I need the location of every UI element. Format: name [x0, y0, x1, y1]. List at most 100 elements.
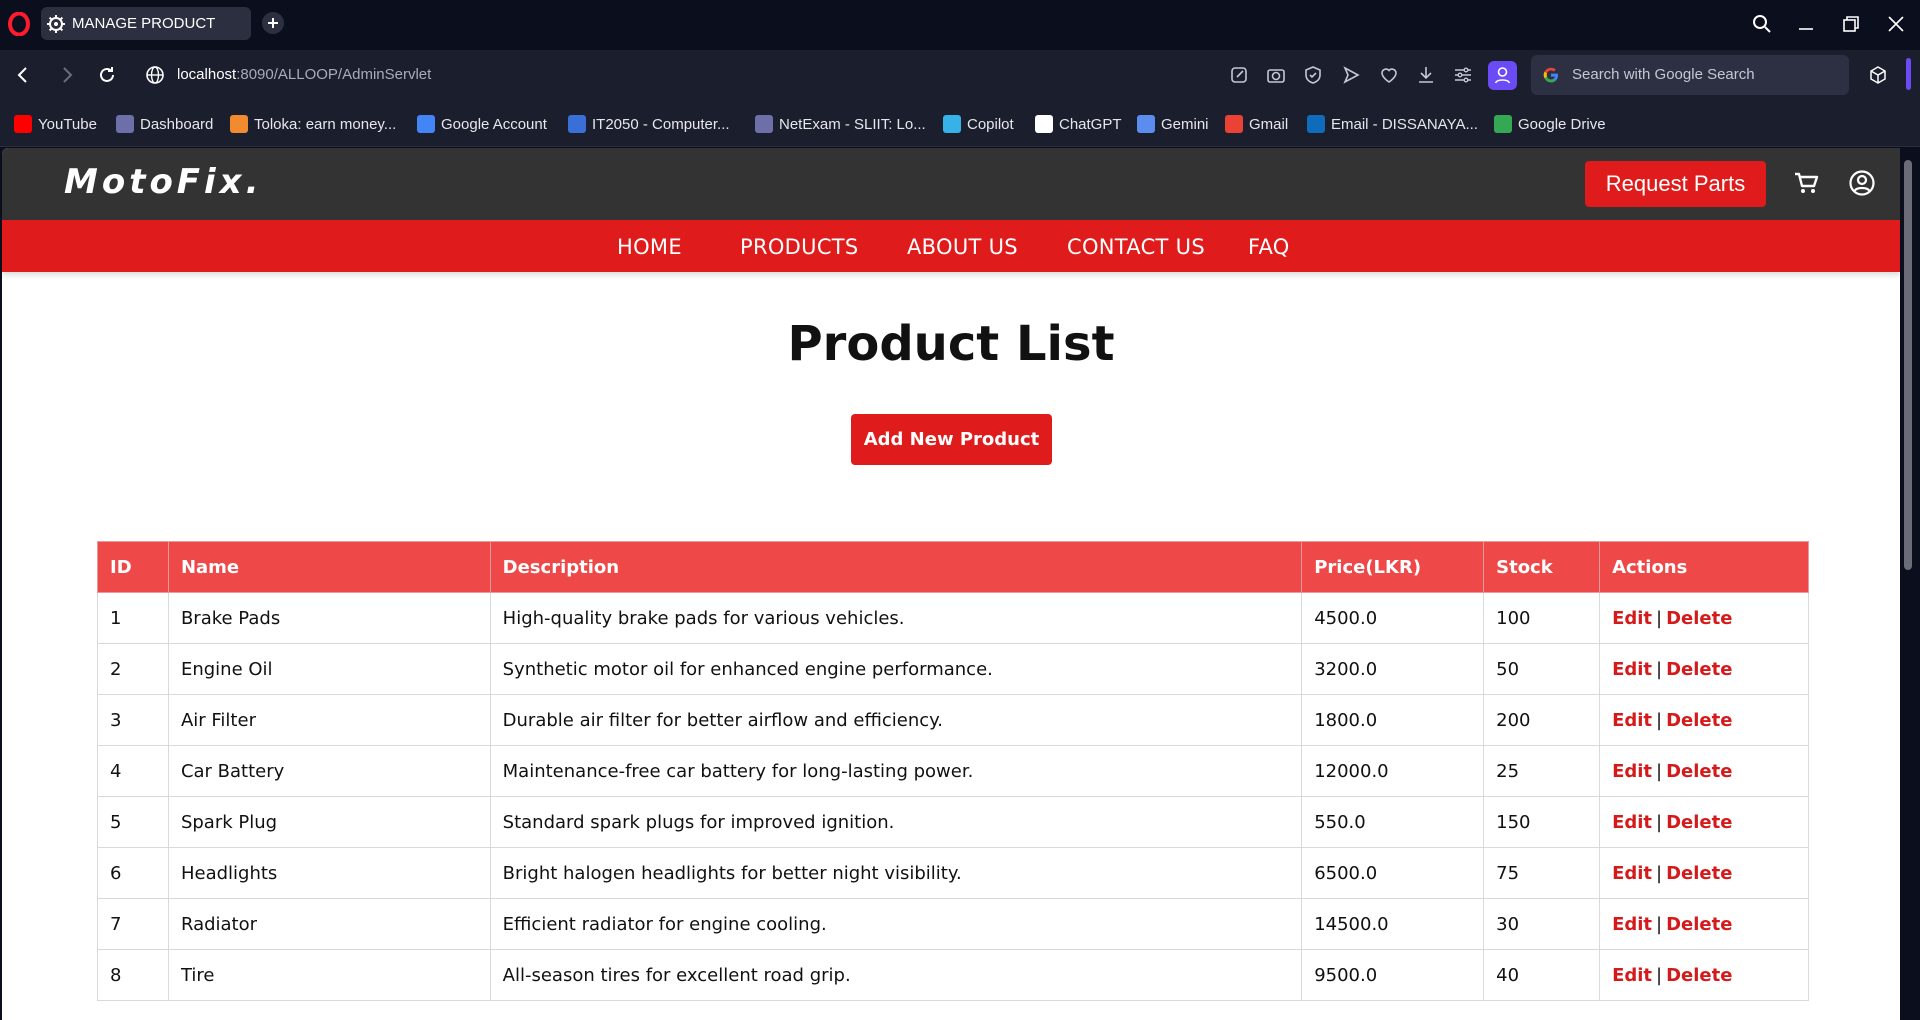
- edit-link[interactable]: Edit: [1612, 914, 1652, 935]
- page-viewport: MotoFix. Request Parts HOME PRODUCTS ABO…: [0, 148, 1920, 1020]
- download-icon[interactable]: [1415, 64, 1437, 86]
- brand-logo[interactable]: MotoFix.: [64, 162, 263, 202]
- bookmark-item[interactable]: Copilot: [943, 113, 1014, 135]
- nav-contact-us[interactable]: CONTACT US: [1067, 235, 1205, 259]
- shield-icon[interactable]: [1302, 64, 1324, 86]
- user-account-icon[interactable]: [1848, 169, 1876, 197]
- tab-manage-product[interactable]: MANAGE PRODUCT: [41, 7, 251, 40]
- delete-link[interactable]: Delete: [1666, 914, 1732, 935]
- cell-stock: 100: [1483, 592, 1601, 644]
- back-icon[interactable]: [12, 64, 34, 86]
- cell-actions: Edit | Delete: [1599, 949, 1809, 1001]
- cell-description: Maintenance-free car battery for long-la…: [489, 745, 1303, 797]
- cell-name: Radiator: [167, 898, 491, 950]
- bookmark-item[interactable]: Toloka: earn money...: [230, 113, 396, 135]
- add-new-product-button[interactable]: Add New Product: [851, 414, 1052, 465]
- browser-tab-bar: MANAGE PRODUCT: [0, 0, 1920, 48]
- search-tabs-icon[interactable]: [1750, 12, 1774, 36]
- reload-icon[interactable]: [96, 64, 118, 86]
- bookmark-item[interactable]: ChatGPT: [1035, 113, 1122, 135]
- bookmark-item[interactable]: Email - DISSANAYA...: [1307, 113, 1478, 135]
- cell-description: Efficient radiator for engine cooling.: [489, 898, 1303, 950]
- action-separator: |: [1656, 658, 1663, 680]
- close-window-icon[interactable]: [1884, 12, 1908, 36]
- minimize-icon[interactable]: [1794, 12, 1818, 36]
- nav-faq[interactable]: FAQ: [1248, 235, 1290, 259]
- bookmark-item[interactable]: IT2050 - Computer...: [568, 113, 730, 135]
- edit-link[interactable]: Edit: [1612, 863, 1652, 884]
- cell-price: 12000.0: [1301, 745, 1485, 797]
- bookmark-label: Google Account: [441, 115, 547, 133]
- bookmark-label: Gmail: [1249, 115, 1289, 133]
- edit-link[interactable]: Edit: [1612, 659, 1652, 680]
- site-header: MotoFix. Request Parts: [2, 148, 1900, 220]
- bookmark-item[interactable]: NetExam - SLIIT: Lo...: [755, 113, 926, 135]
- cell-stock: 200: [1483, 694, 1601, 746]
- url-field[interactable]: localhost:8090/ALLOOP/AdminServlet: [177, 66, 431, 83]
- delete-link[interactable]: Delete: [1666, 761, 1732, 782]
- action-separator: |: [1656, 811, 1663, 833]
- request-parts-button[interactable]: Request Parts: [1585, 161, 1766, 207]
- page-scrollbar[interactable]: [1904, 160, 1912, 570]
- heart-icon[interactable]: [1378, 64, 1400, 86]
- delete-link[interactable]: Delete: [1666, 863, 1732, 884]
- extensions-cube-icon[interactable]: [1868, 65, 1888, 85]
- bookmark-item[interactable]: Google Account: [417, 113, 547, 135]
- send-icon[interactable]: [1340, 64, 1362, 86]
- delete-link[interactable]: Delete: [1666, 812, 1732, 833]
- table-header-row: ID Name Description Price(LKR) Stock Act…: [97, 541, 1809, 593]
- bookmark-item[interactable]: Gmail: [1225, 113, 1288, 135]
- cell-stock: 25: [1483, 745, 1601, 797]
- bookmarks-bar: YouTube Dashboard Toloka: earn money... Goo…: [0, 100, 1920, 147]
- camera-icon[interactable]: [1265, 64, 1287, 86]
- edit-link[interactable]: Edit: [1612, 710, 1652, 731]
- delete-link[interactable]: Delete: [1666, 965, 1732, 986]
- table-row: 7 Radiator Efficient radiator for engine c…: [97, 898, 1809, 950]
- bookmark-item[interactable]: Dashboard: [116, 113, 213, 135]
- cell-actions: Edit | Delete: [1599, 694, 1809, 746]
- cell-price: 4500.0: [1301, 592, 1485, 644]
- header-actions: Actions: [1599, 541, 1809, 593]
- forward-icon[interactable]: [56, 64, 78, 86]
- profile-button[interactable]: [1488, 61, 1517, 90]
- edit-link[interactable]: Edit: [1612, 761, 1652, 782]
- sidebar-toggle[interactable]: [1906, 58, 1911, 90]
- delete-link[interactable]: Delete: [1666, 710, 1732, 731]
- google-search-box[interactable]: Search with Google Search: [1531, 55, 1849, 95]
- cell-id: 1: [97, 592, 169, 644]
- new-tab-plus-icon[interactable]: [262, 12, 284, 34]
- cell-name: Car Battery: [167, 745, 491, 797]
- globe-icon[interactable]: [144, 64, 166, 86]
- cell-id: 4: [97, 745, 169, 797]
- edit-link[interactable]: Edit: [1612, 965, 1652, 986]
- cell-id: 3: [97, 694, 169, 746]
- restore-icon[interactable]: [1839, 12, 1863, 36]
- settings-sliders-icon[interactable]: [1452, 64, 1474, 86]
- bookmark-label: Email - DISSANAYA...: [1331, 115, 1478, 133]
- bookmark-item[interactable]: Google Drive: [1494, 113, 1606, 135]
- header-description: Description: [489, 541, 1303, 593]
- gear-icon: [47, 15, 65, 33]
- table-row: 2 Engine Oil Synthetic motor oil for enhan…: [97, 643, 1809, 695]
- cell-price: 14500.0: [1301, 898, 1485, 950]
- edit-link[interactable]: Edit: [1612, 812, 1652, 833]
- cart-icon[interactable]: [1792, 169, 1820, 197]
- edit-page-icon[interactable]: [1228, 64, 1250, 86]
- tab-title: MANAGE PRODUCT: [72, 15, 216, 32]
- nav-products[interactable]: PRODUCTS: [740, 235, 859, 259]
- bookmark-item[interactable]: Gemini: [1137, 113, 1209, 135]
- edit-link[interactable]: Edit: [1612, 608, 1652, 629]
- cell-stock: 30: [1483, 898, 1601, 950]
- table-row: 8 Tire All-season tires for excellent road…: [97, 949, 1809, 1001]
- web-page: MotoFix. Request Parts HOME PRODUCTS ABO…: [2, 148, 1900, 1020]
- nav-home[interactable]: HOME: [617, 235, 682, 259]
- delete-link[interactable]: Delete: [1666, 608, 1732, 629]
- nav-about-us[interactable]: ABOUT US: [907, 235, 1018, 259]
- bookmark-favicon-icon: [14, 115, 32, 133]
- header-stock: Stock: [1483, 541, 1601, 593]
- bookmark-item[interactable]: YouTube: [14, 113, 97, 135]
- cell-actions: Edit | Delete: [1599, 898, 1809, 950]
- delete-link[interactable]: Delete: [1666, 659, 1732, 680]
- opera-logo-icon[interactable]: [8, 12, 30, 36]
- bookmark-label: Gemini: [1161, 115, 1209, 133]
